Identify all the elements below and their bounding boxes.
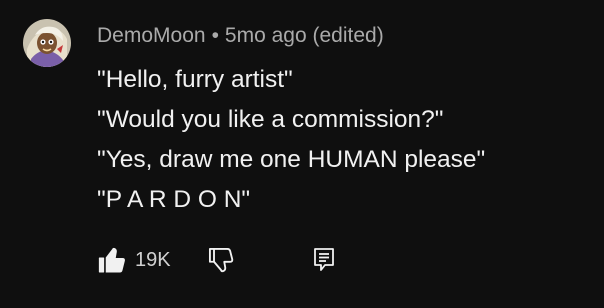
comment-header: DemoMoon • 5mo ago (edited) xyxy=(97,23,384,49)
reply-comment-icon xyxy=(314,248,334,271)
like-count: 19K xyxy=(135,248,171,271)
comment-line: "Hello, furry artist" xyxy=(97,66,293,93)
reply-button[interactable] xyxy=(312,243,336,277)
comment-text: "Hello, furry artist" "Would you like a … xyxy=(97,60,485,220)
comment-line: "P A R D O N" xyxy=(97,186,251,213)
avatar[interactable] xyxy=(23,19,71,67)
comment-line: "Yes, draw me one HUMAN please" xyxy=(97,146,486,173)
thumbs-up-icon xyxy=(98,247,125,273)
author-name[interactable]: DemoMoon xyxy=(97,24,206,47)
comment-thread: DemoMoon • 5mo ago (edited) "Hello, furry … xyxy=(0,0,604,308)
dislike-button[interactable] xyxy=(207,243,235,277)
like-button[interactable]: 19K xyxy=(97,243,171,277)
comment-timestamp[interactable]: 5mo ago (edited) xyxy=(225,24,384,47)
avatar-image xyxy=(23,19,71,67)
thumbs-down-icon xyxy=(208,247,234,273)
comment-line: "Would you like a commission?" xyxy=(97,106,444,133)
comment-actions: 19K xyxy=(97,243,357,277)
meta-separator: • xyxy=(211,24,219,47)
